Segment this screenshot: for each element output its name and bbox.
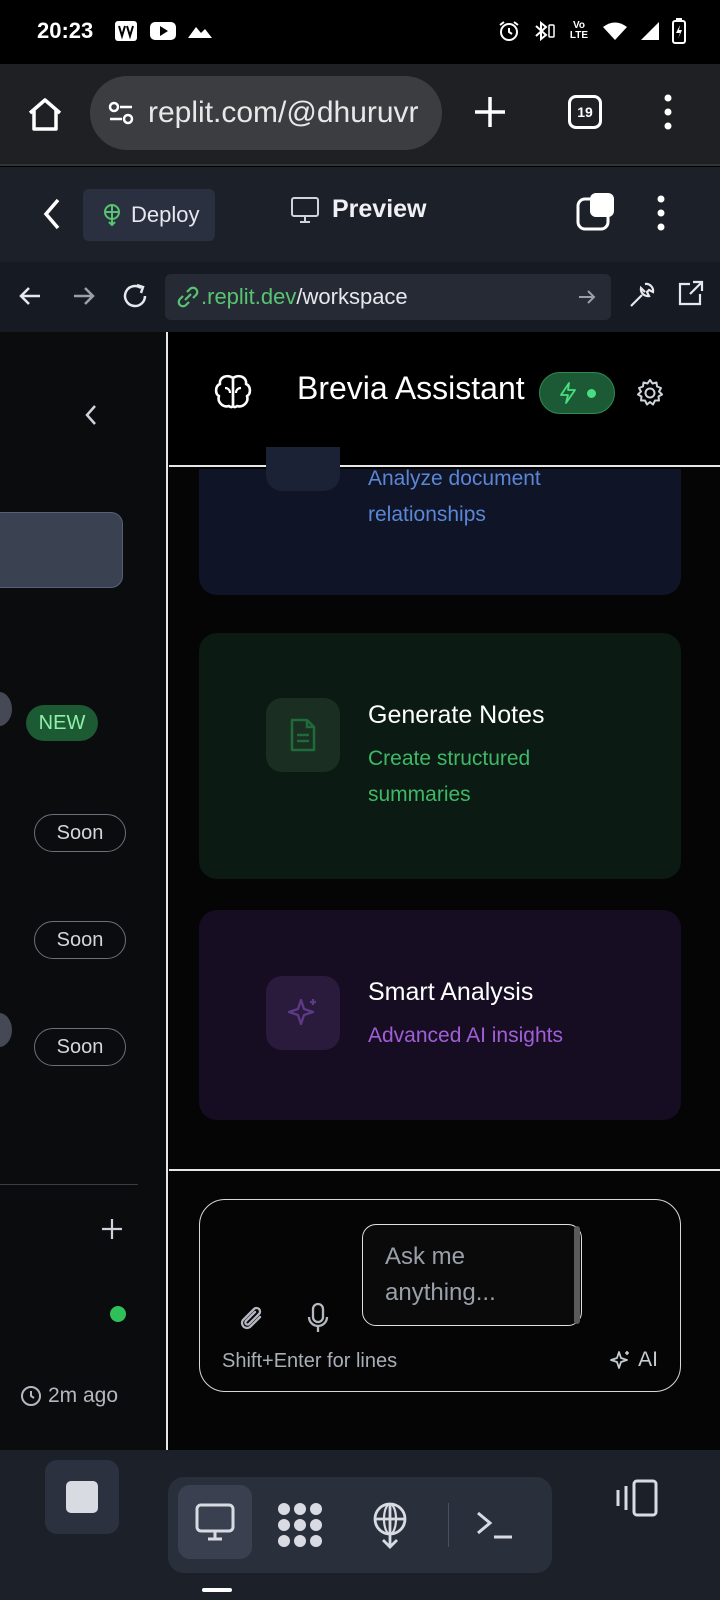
feature-card-analyze[interactable]: Analyze document relationships xyxy=(199,447,681,595)
replit-bottom-toolbar xyxy=(0,1450,720,1600)
message-composer: Ask me anything... Shift+Enter for lines… xyxy=(199,1199,681,1392)
feature-card-title: Smart Analysis xyxy=(368,978,534,1006)
feature-card-generate-notes[interactable]: Generate Notes Create structured summari… xyxy=(199,633,681,879)
open-external-icon[interactable] xyxy=(676,280,704,308)
soon-badge: Soon xyxy=(34,921,126,959)
agent-tool-icon[interactable] xyxy=(276,1501,324,1549)
home-icon[interactable] xyxy=(26,95,64,133)
status-indicator xyxy=(539,372,615,414)
message-input[interactable]: Ask me anything... xyxy=(362,1224,582,1326)
sidebar-item-icon xyxy=(0,692,12,726)
switch-panes-icon[interactable] xyxy=(614,1478,662,1518)
devtools-wrench-icon[interactable] xyxy=(627,280,657,310)
sidebar-item-icon xyxy=(0,1013,12,1047)
nav-forward-icon[interactable] xyxy=(72,284,96,308)
tab-switcher-button[interactable]: 19 xyxy=(568,95,602,129)
status-time: 20:23 xyxy=(37,18,94,43)
add-icon[interactable] xyxy=(101,1218,123,1240)
multi-pane-icon[interactable] xyxy=(576,191,616,231)
ai-label: AI xyxy=(638,1348,658,1371)
tool-switcher xyxy=(168,1477,552,1573)
terminal-tool-icon[interactable] xyxy=(474,1507,514,1543)
feature-card-title: Generate Notes xyxy=(368,701,545,729)
stop-icon xyxy=(66,1481,98,1513)
deploy-button[interactable]: Deploy xyxy=(83,189,215,241)
notification-app-icon xyxy=(115,21,137,41)
preview-domain: .replit.dev xyxy=(201,284,297,309)
replit-header: Deploy Preview xyxy=(0,167,720,262)
last-updated-text: 2m ago xyxy=(48,1384,119,1407)
feature-card-desc: Advanced AI insights xyxy=(368,1024,563,1047)
microphone-icon[interactable] xyxy=(306,1302,330,1334)
preview-tab[interactable]: Preview xyxy=(290,195,427,224)
feature-card-desc: Analyze document relationships xyxy=(368,467,541,526)
analyze-icon xyxy=(266,447,340,491)
soon-badge: Soon xyxy=(34,1028,126,1066)
new-tab-icon[interactable] xyxy=(472,94,508,130)
settings-gear-icon[interactable] xyxy=(635,378,665,408)
preview-path: /workspace xyxy=(296,284,408,309)
ai-sparkle-icon xyxy=(610,1351,630,1369)
url-text: replit.com/@dhuruvr xyxy=(148,96,419,129)
home-indicator xyxy=(202,1588,232,1592)
youtube-icon xyxy=(150,22,176,40)
image-icon xyxy=(188,27,212,38)
ai-mode-button[interactable]: AI xyxy=(610,1348,658,1372)
assistant-title: Brevia Assistant xyxy=(297,370,525,406)
status-right-icons: Vo LTE xyxy=(498,18,686,44)
sparkle-icon xyxy=(266,976,340,1050)
composer-hint: Shift+Enter for lines xyxy=(222,1350,398,1372)
cell-signal-icon xyxy=(641,22,659,40)
collapse-sidebar-icon[interactable] xyxy=(84,404,98,426)
bluetooth-icon xyxy=(535,20,555,42)
back-chevron-icon[interactable] xyxy=(42,197,62,231)
sidebar-divider xyxy=(0,1184,138,1185)
document-icon xyxy=(266,698,340,772)
link-icon xyxy=(177,286,199,308)
deploy-label: Deploy xyxy=(131,202,200,227)
wifi-icon xyxy=(603,22,627,40)
site-settings-icon[interactable] xyxy=(108,100,134,126)
feature-card-desc: Create structured summaries xyxy=(368,747,531,806)
last-updated: 2m ago xyxy=(20,1384,118,1408)
assistant-panel: Brevia Assistant Analyze document relati… xyxy=(169,332,720,1450)
assistant-header: Brevia Assistant xyxy=(169,332,720,467)
app-sidebar: NEW Soon Soon Soon 2m ago xyxy=(0,332,168,1450)
nav-back-icon[interactable] xyxy=(18,284,42,308)
replit-more-icon[interactable] xyxy=(657,195,665,231)
preview-address-field[interactable]: .replit.dev /workspace xyxy=(165,274,611,320)
input-scrollbar[interactable] xyxy=(574,1226,580,1324)
status-left-icons xyxy=(114,20,212,42)
lightning-icon xyxy=(559,382,576,404)
new-badge: NEW xyxy=(26,705,98,741)
online-dot xyxy=(586,388,596,398)
soon-badge: Soon xyxy=(34,814,126,852)
deploy-tool-icon[interactable] xyxy=(370,1501,410,1549)
preview-tool-button[interactable] xyxy=(178,1485,252,1559)
preview-address-row: .replit.dev /workspace xyxy=(0,262,720,332)
deploy-icon xyxy=(104,204,120,227)
monitor-icon xyxy=(291,196,319,223)
reload-icon[interactable] xyxy=(121,282,149,310)
url-bar[interactable]: replit.com/@dhuruvr xyxy=(90,76,442,150)
volte-icon: Vo LTE xyxy=(569,20,589,41)
brain-icon xyxy=(214,374,252,409)
alarm-icon xyxy=(499,21,519,41)
browser-toolbar: replit.com/@dhuruvr 19 xyxy=(0,64,720,166)
attach-paperclip-icon[interactable] xyxy=(238,1304,266,1334)
go-arrow-icon[interactable] xyxy=(577,287,597,307)
clock-icon xyxy=(21,1386,41,1406)
status-bar: 20:23 Vo LTE xyxy=(0,0,720,64)
tool-divider xyxy=(448,1503,449,1547)
battery-icon xyxy=(672,18,686,44)
composer-divider xyxy=(169,1169,720,1171)
monitor-icon xyxy=(195,1503,235,1541)
stop-button[interactable] xyxy=(45,1460,119,1534)
preview-label: Preview xyxy=(332,195,427,223)
feature-card-smart-analysis[interactable]: Smart Analysis Advanced AI insights xyxy=(199,910,681,1120)
online-status-dot xyxy=(110,1306,126,1322)
more-menu-icon[interactable] xyxy=(664,94,672,130)
sidebar-new-button[interactable] xyxy=(0,512,123,588)
